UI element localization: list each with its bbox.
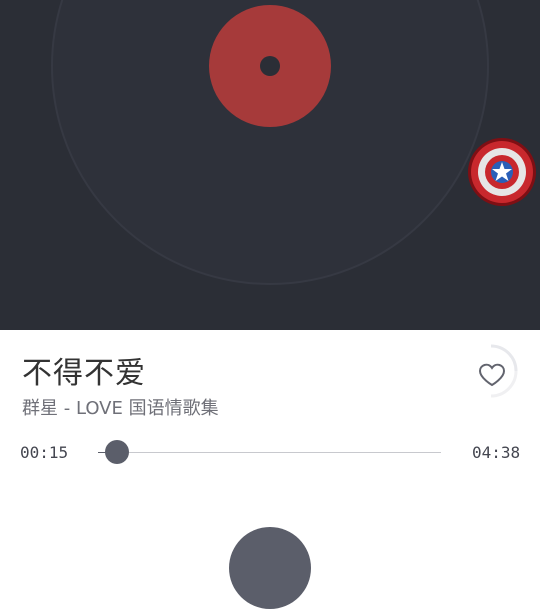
heart-outline-icon bbox=[478, 344, 518, 398]
progress-thumb[interactable] bbox=[105, 440, 129, 464]
progress-bar[interactable] bbox=[98, 452, 441, 453]
song-artist-album: 群星 - LOVE 国语情歌集 bbox=[22, 398, 219, 419]
vinyl-record bbox=[51, 0, 489, 285]
song-title: 不得不爱 bbox=[22, 356, 146, 391]
record-spindle-hole bbox=[260, 56, 280, 76]
player-header bbox=[0, 0, 540, 330]
total-time: 04:38 bbox=[472, 443, 521, 462]
favorite-button[interactable] bbox=[460, 340, 522, 402]
captain-america-shield-icon[interactable] bbox=[467, 137, 537, 207]
song-info-panel: 不得不爱 群星 - LOVE 国语情歌集 bbox=[0, 330, 540, 540]
play-button[interactable] bbox=[229, 527, 311, 609]
current-time: 00:15 bbox=[20, 443, 69, 462]
